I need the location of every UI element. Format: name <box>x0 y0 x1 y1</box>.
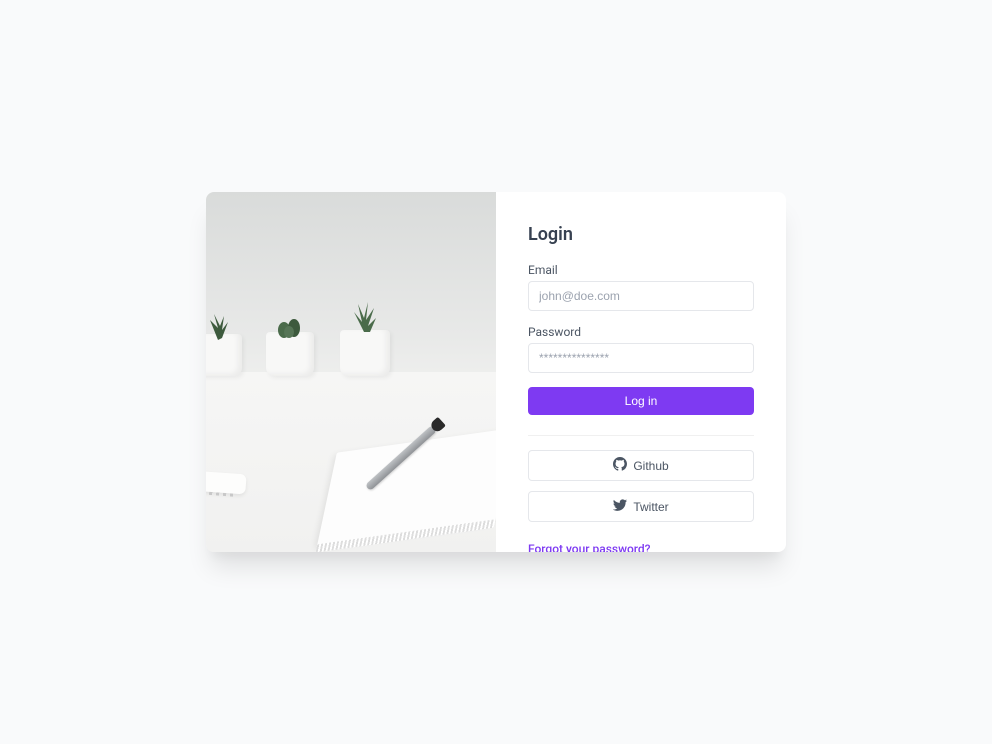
login-form-panel: Login Email Password Log in Github Twitt… <box>496 192 786 552</box>
twitter-icon <box>613 498 627 515</box>
password-field[interactable] <box>528 343 754 373</box>
plant-pot <box>340 330 390 376</box>
divider <box>528 435 754 436</box>
email-field[interactable] <box>528 281 754 311</box>
twitter-button-label: Twitter <box>633 500 668 514</box>
login-button[interactable]: Log in <box>528 387 754 415</box>
email-label: Email <box>528 263 754 277</box>
forgot-password-link[interactable]: Forgot your password? <box>528 542 754 552</box>
succulent-plant <box>270 308 310 338</box>
login-card: Login Email Password Log in Github Twitt… <box>206 192 786 552</box>
phone <box>206 470 247 495</box>
succulent-plant <box>344 300 384 330</box>
password-label: Password <box>528 325 754 339</box>
page-title: Login <box>528 224 754 245</box>
decorative-image-panel <box>206 192 496 552</box>
github-icon <box>613 457 627 474</box>
twitter-login-button[interactable]: Twitter <box>528 491 754 522</box>
plant-pot <box>266 332 314 376</box>
github-login-button[interactable]: Github <box>528 450 754 481</box>
github-button-label: Github <box>633 459 668 473</box>
succulent-plant <box>206 312 238 342</box>
